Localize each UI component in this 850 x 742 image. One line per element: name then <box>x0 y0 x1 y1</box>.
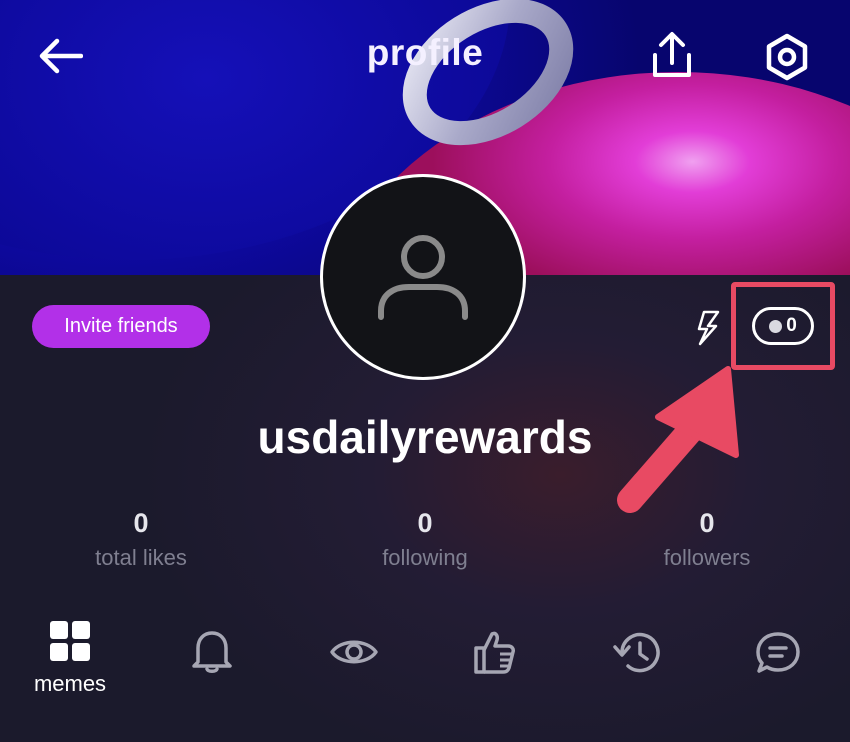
page-title: profile <box>366 32 484 73</box>
hexagon-settings-icon <box>766 33 808 81</box>
username: usdailyrewards <box>257 411 593 463</box>
boost-button[interactable] <box>690 306 726 348</box>
tab-history[interactable] <box>587 630 687 681</box>
tab-views[interactable] <box>304 635 404 674</box>
tab-comments[interactable] <box>728 630 828 681</box>
invite-friends-button[interactable]: Invite friends <box>32 305 210 348</box>
tab-memes[interactable]: memes <box>20 620 120 697</box>
share-upload-icon <box>653 32 691 77</box>
bell-icon <box>192 631 232 673</box>
history-icon <box>613 632 660 673</box>
coin-icon <box>769 319 783 333</box>
coin-count: 0 <box>786 315 797 336</box>
stat-value: 0 <box>417 508 433 538</box>
tab-label: memes <box>33 671 107 696</box>
lightning-icon <box>697 310 720 346</box>
tab-liked[interactable] <box>445 628 545 681</box>
chat-icon <box>756 632 800 673</box>
stat-value: 0 <box>133 508 149 538</box>
settings-button[interactable] <box>760 30 814 84</box>
stat-label: followers <box>663 545 751 570</box>
stat-following[interactable]: 0 following <box>325 508 525 571</box>
share-button[interactable] <box>645 28 699 82</box>
avatar[interactable] <box>320 174 526 380</box>
coin-counter-button[interactable]: 0 <box>752 307 814 345</box>
stat-label: following <box>382 545 468 570</box>
grid-icon <box>50 621 90 661</box>
stat-total-likes[interactable]: 0 total likes <box>41 508 241 571</box>
user-placeholder-icon <box>378 235 468 320</box>
stat-followers[interactable]: 0 followers <box>607 508 807 571</box>
stat-label: total likes <box>95 545 187 570</box>
stat-value: 0 <box>699 508 715 538</box>
eye-icon <box>330 640 378 664</box>
thumbs-up-icon <box>474 631 515 674</box>
tab-notifications[interactable] <box>162 628 262 679</box>
